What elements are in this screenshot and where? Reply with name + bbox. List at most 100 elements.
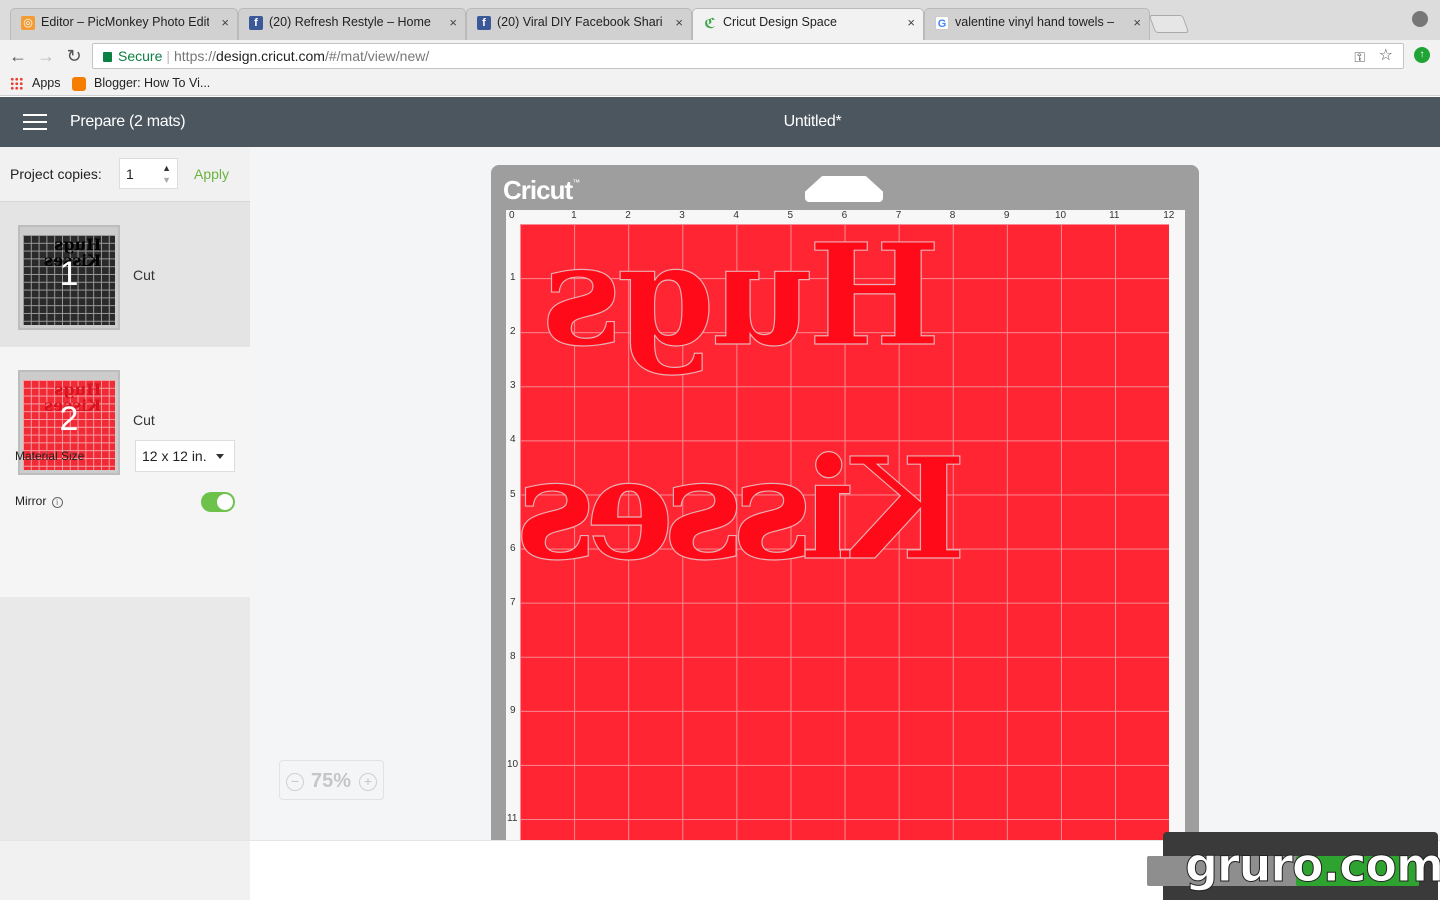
info-icon[interactable]: i (51, 497, 63, 508)
bookmark-apps[interactable]: Apps (32, 76, 61, 90)
cutting-mat: Cricut™ 0 1 2 3 4 5 6 7 8 9 10 11 12 1 2 3 4 5 6 7 8 9 10 11 H… (491, 165, 1199, 840)
ruler-tick-y: 4 (510, 434, 516, 446)
facebook-icon: f (249, 16, 263, 30)
ruler-tick-y: 6 (510, 542, 516, 554)
url-host: design.cricut.com (216, 48, 325, 64)
mirror-label: Mirror i (15, 494, 63, 508)
tab-title: Editor – PicMonkey Photo Editor (41, 15, 209, 29)
ruler-tick-y: 7 (510, 596, 516, 608)
ruler-tick-y: 2 (510, 326, 516, 338)
url-scheme: https:// (174, 48, 217, 64)
caret-down-icon (216, 454, 224, 459)
facebook-icon: f (477, 16, 491, 30)
apps-grid-icon[interactable] (10, 77, 23, 90)
cricut-logo: Cricut™ (503, 175, 580, 206)
tab-viral-diy[interactable]: f (20) Viral DIY Facebook Sharing × (466, 8, 692, 40)
tab-google-search[interactable]: G valentine vinyl hand towels – × (924, 8, 1150, 40)
project-copies-value: 1 (126, 166, 134, 182)
tab-refresh-restyle[interactable]: f (20) Refresh Restyle – Home × (238, 8, 466, 40)
address-bar[interactable]: Secure | https://design.cricut.com/#/mat/v… (92, 43, 1404, 69)
project-copies-row: Project copies: 1 ▲ ▼ Apply (0, 147, 250, 202)
mat-number: 2 (59, 400, 79, 438)
key-icon[interactable]: ⚿ (1354, 45, 1365, 69)
ruler-tick-x: 10 (1055, 210, 1067, 221)
ruler-tick-y: 8 (510, 650, 516, 662)
new-tab-button[interactable] (1148, 15, 1190, 33)
bookmarks-bar: Apps Blogger: How To Vi... (0, 72, 1440, 96)
picmonkey-icon: ◎ (21, 16, 35, 30)
material-size-value: 12 x 12 in. (142, 448, 207, 464)
tab-title: (20) Viral DIY Facebook Sharing (497, 15, 663, 29)
mat-number: 1 (59, 255, 79, 293)
bookmark-star-icon[interactable]: ☆ (1379, 44, 1393, 68)
close-icon[interactable]: × (221, 15, 229, 30)
mat-notch (805, 176, 883, 202)
mirror-toggle[interactable] (201, 492, 235, 512)
ruler-tick-x: 11 (1109, 210, 1120, 221)
mat-list-item-2[interactable]: Hugs Kisses 2 Cut (0, 347, 250, 597)
ruler-tick-y: 5 (510, 488, 516, 500)
forward-icon[interactable]: → (34, 44, 58, 68)
mat-cut-area: Hugs Kisses (520, 213, 1169, 840)
ruler-tick-x: 12 (1163, 210, 1175, 221)
increment-icon[interactable]: ▲ (162, 163, 171, 173)
ruler-right (1169, 224, 1185, 840)
ruler-left: 1 2 3 4 5 6 7 8 9 10 11 (506, 224, 520, 840)
mat-operation: Cut (133, 412, 155, 428)
project-copies-label: Project copies: (10, 166, 102, 182)
back-icon[interactable]: ← (6, 44, 30, 68)
extension-icon[interactable]: ↑ (1414, 47, 1430, 63)
close-icon[interactable]: × (675, 15, 683, 30)
tab-cricut-design-space[interactable]: ℭ Cricut Design Space × (692, 8, 924, 41)
ruler-tick-y: 3 (510, 380, 516, 392)
blogger-icon (72, 77, 86, 91)
ruler-tick-x: 0 (509, 210, 515, 221)
app-header: Prepare (2 mats) Untitled* (0, 97, 1440, 147)
ruler-tick-y: 9 (510, 704, 516, 716)
ruler-tick-x: 9 (1003, 210, 1010, 221)
google-icon: G (935, 16, 949, 30)
browser-toolbar: ← → ↻ Secure | https://design.cricut.com/#… (0, 40, 1440, 72)
close-icon[interactable]: × (1133, 15, 1141, 30)
ruler-tick-y: 1 (510, 272, 516, 284)
reload-icon[interactable]: ↻ (62, 44, 86, 68)
ruler-tick-y: 11 (507, 813, 518, 825)
cricut-icon: ℭ (704, 15, 716, 31)
zoom-in-button[interactable]: + (359, 773, 377, 791)
tab-picmonkey[interactable]: ◎ Editor – PicMonkey Photo Editor × (10, 8, 238, 40)
mat-thumbnail[interactable]: Hugs Kisses 1 (18, 225, 120, 330)
close-icon[interactable]: × (907, 15, 915, 30)
secure-label: Secure (118, 48, 163, 64)
zoom-level: 75% (311, 770, 352, 792)
trademark-mark: ™ (572, 178, 580, 187)
tab-title: (20) Refresh Restyle – Home (269, 15, 431, 29)
lock-icon (103, 52, 112, 62)
mat-operation: Cut (133, 267, 155, 283)
design-text-hugs[interactable]: Hugs (545, 213, 941, 378)
material-size-select[interactable]: 12 x 12 in. (135, 440, 235, 472)
mat-sidebar: Project copies: 1 ▲ ▼ Apply Hugs Kisses 1… (0, 147, 250, 840)
zoom-out-button[interactable]: − (286, 773, 304, 791)
design-text-kisses[interactable]: Kisses (525, 427, 967, 592)
logo-text: Cricut (503, 175, 573, 205)
ruler-tick-x: 8 (949, 210, 956, 221)
tab-title: Cricut Design Space (723, 15, 837, 29)
separator: | (166, 48, 170, 64)
decrement-icon[interactable]: ▼ (162, 175, 171, 185)
url-path: /#/mat/view/new/ (324, 48, 430, 64)
bottom-bar-left (0, 841, 250, 900)
material-size-label: Material Size (15, 449, 85, 463)
zoom-control: − 75% + (279, 760, 384, 800)
tab-title: valentine vinyl hand towels – (955, 15, 1115, 29)
browser-tabstrip: ◎ Editor – PicMonkey Photo Editor × f (2… (0, 0, 1440, 41)
watermark-text: gruro.com (1185, 838, 1440, 893)
mirror-label-text: Mirror (15, 494, 47, 508)
bookmark-blogger[interactable]: Blogger: How To Vi... (94, 76, 210, 90)
ruler-tick-y: 10 (507, 759, 519, 770)
profile-icon[interactable] (1412, 11, 1428, 27)
close-icon[interactable]: × (449, 15, 457, 30)
project-copies-input[interactable]: 1 ▲ ▼ (119, 158, 178, 189)
apply-button[interactable]: Apply (194, 166, 229, 182)
project-name: Untitled* (783, 113, 842, 130)
mat-list-item-1[interactable]: Hugs Kisses 1 Cut (0, 202, 250, 347)
